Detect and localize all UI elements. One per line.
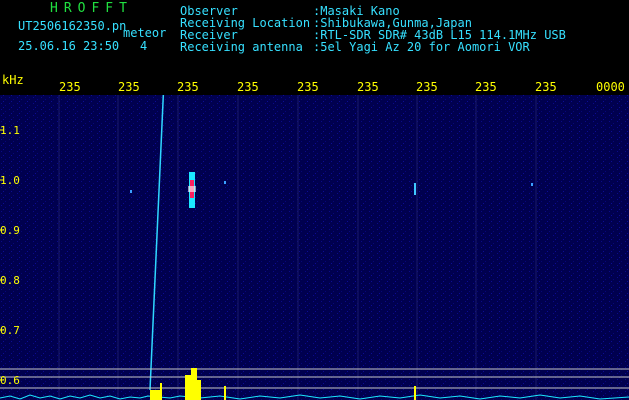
file-name: UT2506162350.pn [18, 19, 127, 33]
freq-tick-label: 0.6 [0, 374, 20, 387]
freq-tick-label: 0.9 [0, 224, 20, 237]
burst-2 [185, 375, 191, 400]
flag-count: 4 [140, 39, 148, 53]
time-tick-label: 235 [357, 80, 379, 94]
time-tick-label: 235 [59, 80, 81, 94]
time-tick-label: 235 [237, 80, 259, 94]
frequency-unit-label: kHz [2, 73, 24, 87]
object-type: meteor [123, 26, 167, 40]
time-tick-label: 235 [475, 80, 497, 94]
antenna-value: :5el Yagi Az 20 for Aomori VOR [313, 40, 530, 54]
time-tick-label: 235 [297, 80, 319, 94]
header-panel: HROFFT UT2506162350.pn meteor 25.06.16 2… [0, 0, 629, 72]
antenna-label: Receiving antenna [180, 40, 303, 54]
waterfall-background [0, 95, 629, 400]
freq-tick-label: 0.7 [0, 324, 20, 337]
time-tick-label: 235 [118, 80, 140, 94]
timestamp: 25.06.16 23:50 [18, 39, 120, 53]
time-tick-label: 235 [535, 80, 557, 94]
time-tick-label: 0000 [596, 80, 625, 94]
app-brand: HROFFT [50, 1, 133, 16]
time-tick-label: 235 [416, 80, 438, 94]
spectrogram-plot [0, 95, 629, 400]
freq-tick-label: 1.0 [0, 174, 20, 187]
freq-tick-label: 1.1 [0, 124, 20, 137]
time-tick-label: 235 [177, 80, 199, 94]
freq-tick-label: 0.8 [0, 274, 20, 287]
